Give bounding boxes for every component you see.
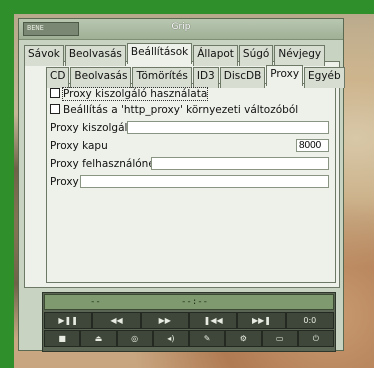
power-button[interactable]: ⏻ — [297, 330, 334, 347]
previous-track-icon: ❚◀◀ — [203, 316, 223, 325]
use-proxy-checkbox[interactable] — [50, 88, 60, 98]
player-controls-row1: ▶❚❚ ◀◀ ▶▶ ❚◀◀ ▶▶❚ 0:0 — [44, 312, 334, 329]
volume-readout: 0:0 — [285, 312, 334, 329]
tab-nevjegy[interactable]: Névjegy — [274, 45, 326, 66]
player-controls-row2: ■ ⏏ ◎ ◂) ✎ ⚙ ▭ ⏻ — [44, 330, 334, 347]
time-display: --:-- — [181, 297, 209, 307]
proxy-user-input[interactable] — [151, 157, 329, 170]
window-button[interactable]: ▭ — [261, 330, 298, 347]
volume-icon: ◂) — [167, 334, 175, 343]
tab-allapot[interactable]: Állapot — [193, 45, 238, 66]
proxy-server-input[interactable] — [127, 121, 329, 134]
eject-icon: ⏏ — [94, 334, 103, 343]
tab-sugo[interactable]: Súgó — [238, 45, 274, 66]
tab-savok[interactable]: Sávok — [24, 45, 64, 66]
edit-button[interactable]: ✎ — [189, 330, 226, 347]
window-title: Grip — [171, 22, 191, 32]
volume-button[interactable]: ◂) — [152, 330, 189, 347]
subtab-id3[interactable]: ID3 — [192, 67, 219, 88]
next-track-icon: ▶▶❚ — [251, 316, 271, 325]
use-proxy-row[interactable]: Proxy kiszolgáló használata — [50, 87, 209, 101]
proxy-user-label: Proxy felhasználónév — [50, 158, 162, 170]
power-icon: ⏻ — [312, 334, 320, 343]
subtab-egyeb[interactable]: Egyéb — [304, 67, 345, 88]
tab-beallitasok[interactable]: Beállítások — [126, 43, 193, 64]
window-icon: ▭ — [275, 334, 284, 343]
proxy-server-label: Proxy kiszolgáló — [50, 122, 134, 134]
volume-label: 0:0 — [303, 316, 317, 325]
rewind-button[interactable]: ◀◀ — [92, 312, 141, 329]
shuffle-icon: ◎ — [131, 334, 139, 343]
lcd-display: -- --:-- — [44, 294, 334, 310]
fast-forward-icon: ▶▶ — [158, 316, 171, 325]
rewind-icon: ◀◀ — [110, 316, 123, 325]
fast-forward-button[interactable]: ▶▶ — [140, 312, 189, 329]
proxy-password-input[interactable] — [80, 175, 329, 188]
sub-tabbar: CD Beolvasás Tömörítés ID3 DiscDB Proxy … — [46, 65, 346, 88]
window-titlebar[interactable]: BENE Grip — [19, 19, 343, 40]
stop-icon: ■ — [58, 334, 66, 343]
subtab-proxy[interactable]: Proxy — [266, 65, 304, 86]
settings-button[interactable]: ⚙ — [225, 330, 262, 347]
tab-beolvasas[interactable]: Beolvasás — [64, 45, 126, 66]
subtab-beolvasas[interactable]: Beolvasás — [70, 67, 132, 88]
use-env-row[interactable]: Beállítás a 'http_proxy' környezeti vált… — [50, 104, 298, 116]
shuffle-button[interactable]: ◎ — [116, 330, 153, 347]
stop-button[interactable]: ■ — [44, 330, 81, 347]
main-tabbar: Sávok Beolvasás Beállítások Állapot Súgó… — [24, 43, 326, 66]
subtab-cd[interactable]: CD — [46, 67, 70, 88]
use-env-label: Beállítás a 'http_proxy' környezeti vált… — [63, 104, 299, 116]
track-display: -- — [90, 297, 101, 307]
edit-icon: ✎ — [203, 334, 211, 343]
previous-track-button[interactable]: ❚◀◀ — [188, 312, 238, 329]
proxy-port-label: Proxy kapu — [50, 140, 108, 152]
next-track-button[interactable]: ▶▶❚ — [237, 312, 286, 329]
use-env-checkbox[interactable] — [50, 104, 60, 114]
subtab-tomorites[interactable]: Tömörítés — [132, 67, 192, 88]
proxy-port-input[interactable] — [296, 139, 329, 152]
subtab-discdb[interactable]: DiscDB — [219, 67, 266, 88]
play-pause-icon: ▶❚❚ — [58, 316, 78, 325]
play-pause-button[interactable]: ▶❚❚ — [44, 312, 93, 329]
settings-icon: ⚙ — [239, 334, 247, 343]
use-proxy-label: Proxy kiszolgáló használata — [61, 87, 209, 101]
eject-button[interactable]: ⏏ — [80, 330, 117, 347]
